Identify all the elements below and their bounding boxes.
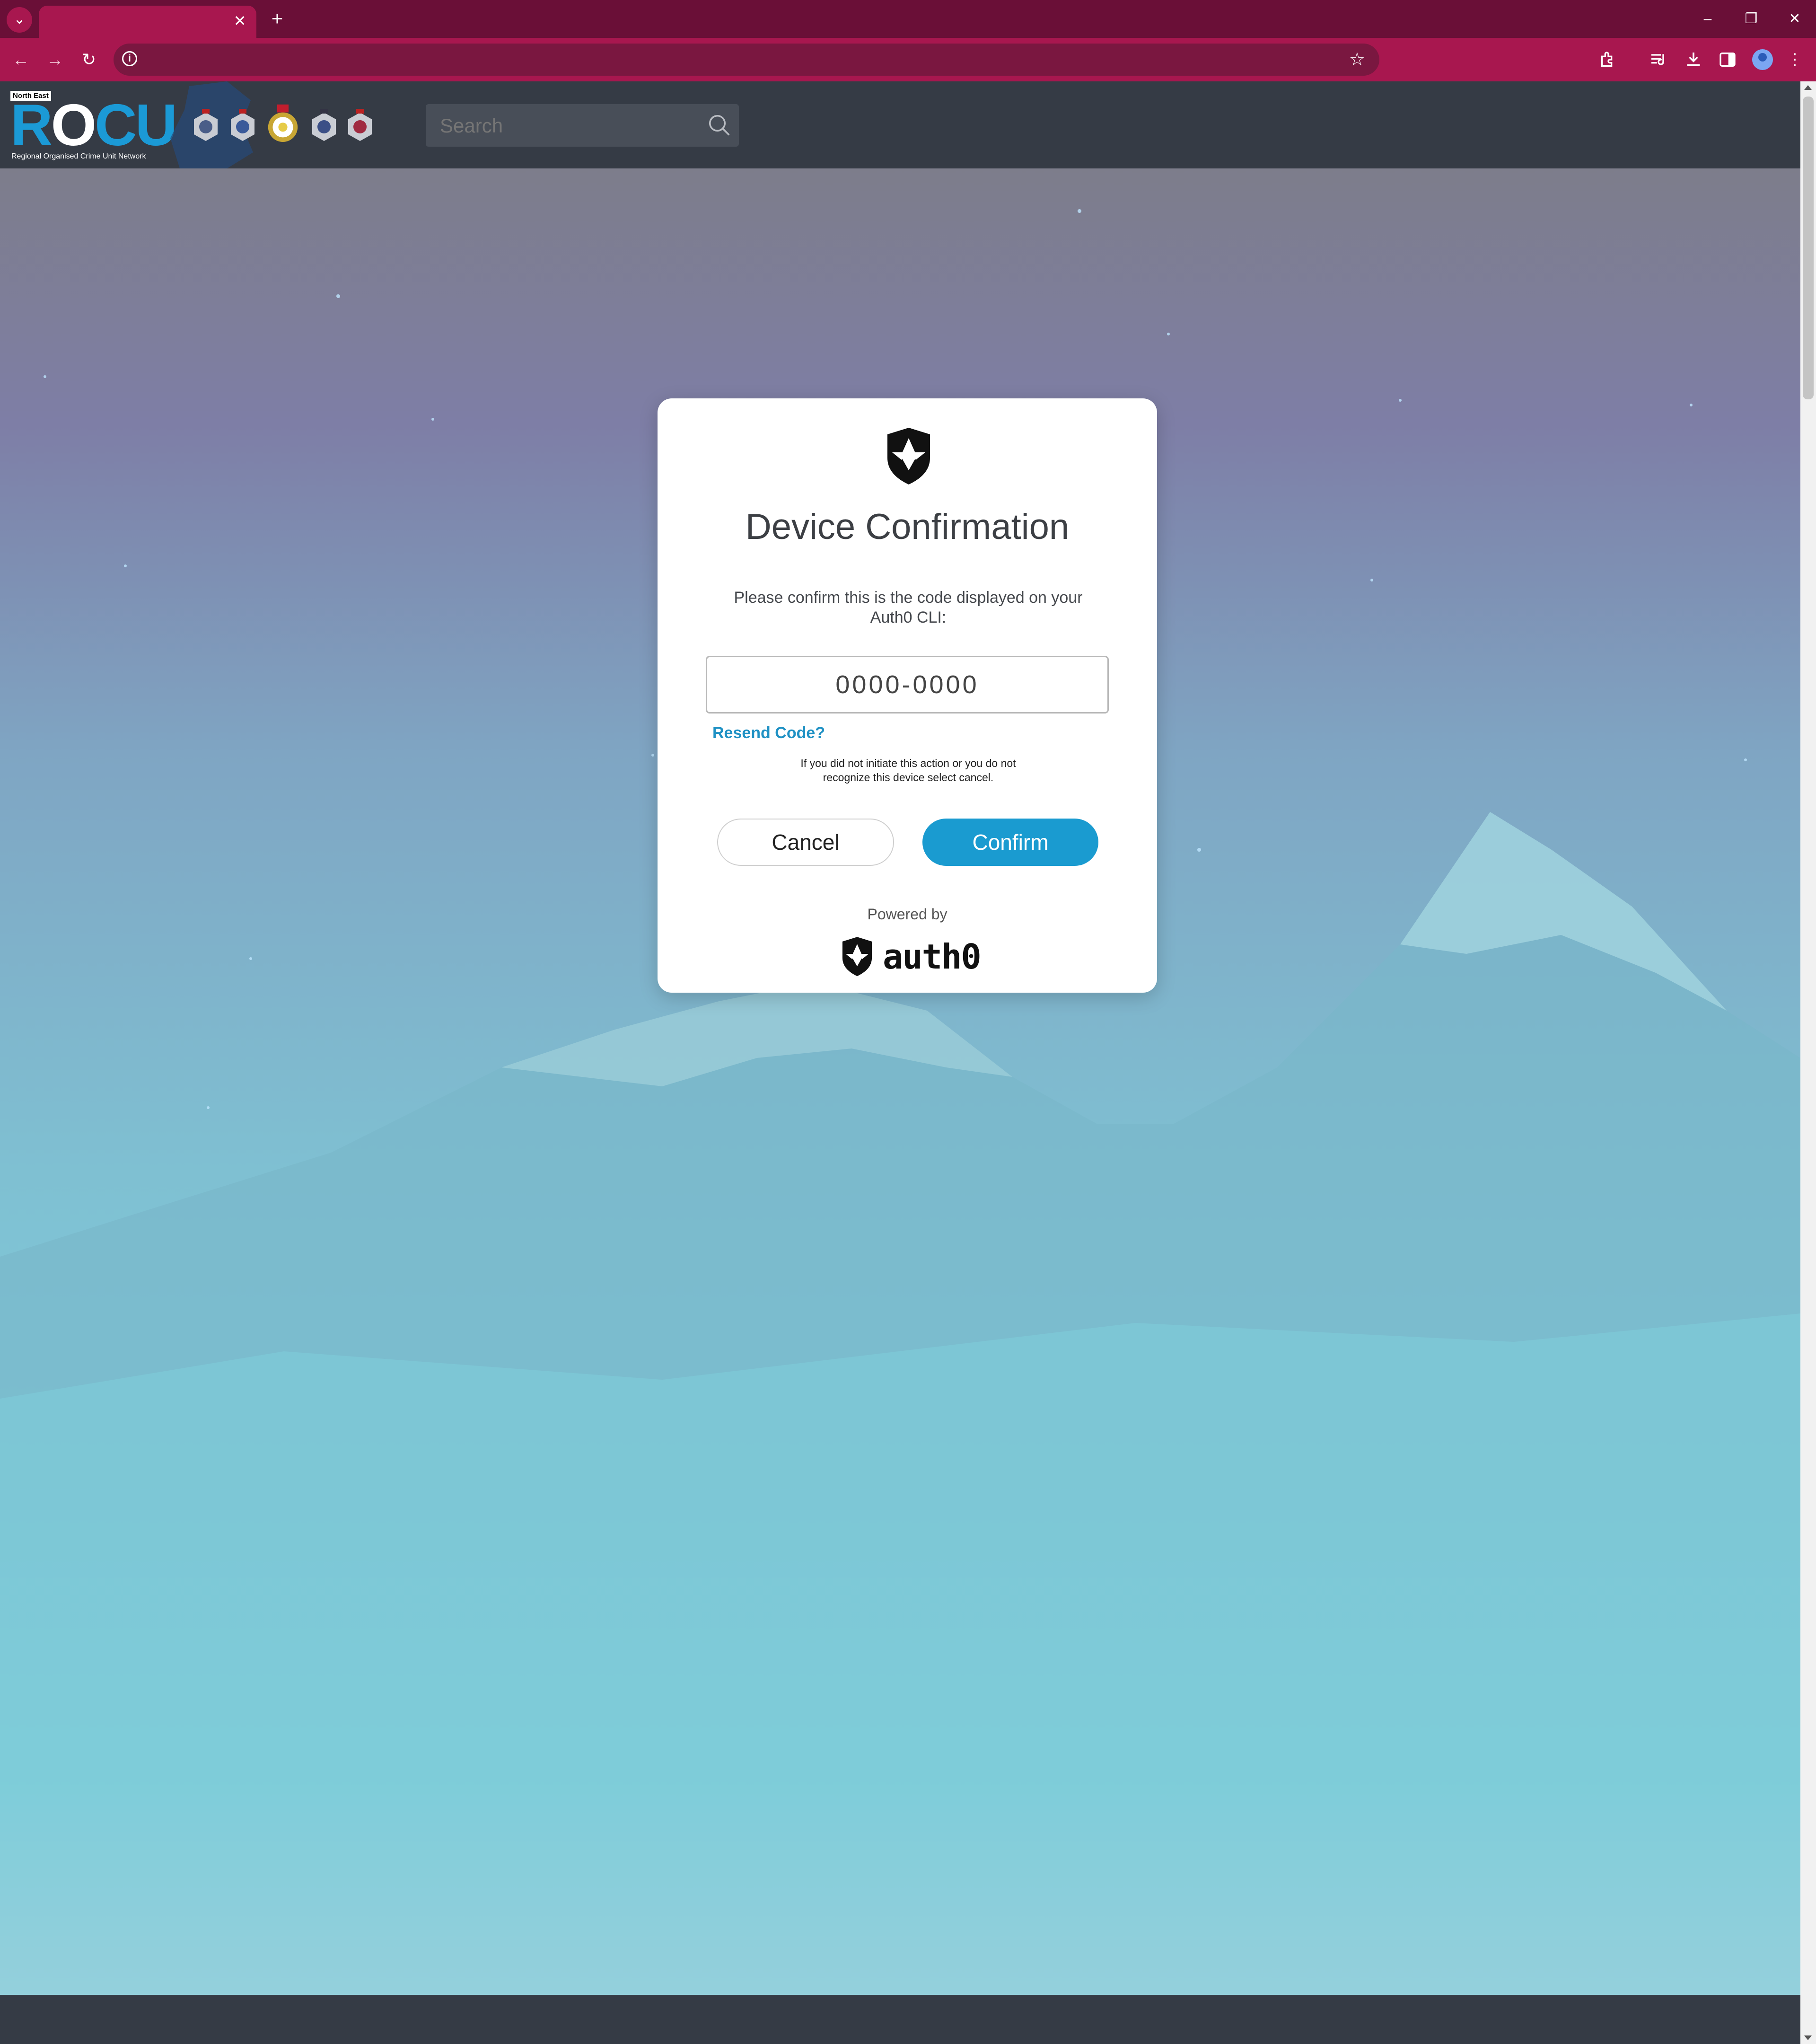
site-header: North East ROCU Regional Organised Crime…: [0, 81, 1800, 168]
new-tab-button[interactable]: +: [266, 8, 289, 30]
police-crest-icon: [348, 109, 372, 141]
search-icon[interactable]: [707, 113, 732, 138]
fire-crest-icon: [268, 104, 298, 142]
auth0-wordmark: auth0: [883, 937, 982, 977]
tab-close-icon[interactable]: ✕: [230, 11, 250, 31]
dialog-description: Please confirm this is the code displaye…: [734, 589, 1083, 626]
device-code-field[interactable]: 0000-0000: [706, 656, 1109, 714]
site-footer: [0, 1995, 1800, 2044]
browser-menu-icon[interactable]: ⋮: [1782, 47, 1807, 72]
reload-button[interactable]: ↻: [77, 47, 101, 72]
page-scrollbar[interactable]: [1800, 81, 1816, 2044]
browser-tab-strip: ⌄ ✕ + – ❐ ✕: [0, 0, 1816, 38]
browser-tab[interactable]: ✕: [39, 6, 256, 38]
side-panel-icon[interactable]: [1715, 47, 1740, 72]
cancel-button[interactable]: Cancel: [717, 819, 894, 866]
scroll-thumb[interactable]: [1803, 97, 1814, 399]
back-button[interactable]: ←: [9, 47, 33, 72]
bookmark-star-icon[interactable]: ☆: [1349, 49, 1365, 70]
dialog-title: Device Confirmation: [745, 507, 1070, 547]
auth0-shield-icon: [887, 428, 930, 485]
police-crest-icon: [312, 109, 336, 141]
scroll-up-arrow-icon[interactable]: [1804, 85, 1812, 90]
auth0-logo[interactable]: auth0: [839, 935, 982, 980]
police-crests: [170, 81, 378, 168]
restore-button[interactable]: ❐: [1737, 7, 1765, 31]
browser-toolbar: ← → ↻ i ☆ ⋮: [0, 38, 1816, 81]
device-confirmation-card: Device Confirmation Please confirm this …: [658, 398, 1157, 993]
security-note: If you did not initiate this action or y…: [800, 757, 1016, 784]
site-info-icon[interactable]: i: [122, 51, 137, 66]
logo-subtitle: Regional Organised Crime Unit Network: [11, 152, 146, 160]
site-search: [426, 104, 739, 148]
resend-code-link[interactable]: Resend Code?: [712, 724, 825, 742]
logo-wordmark: ROCU: [10, 93, 177, 158]
police-crest-icon: [231, 109, 254, 141]
rocu-logo[interactable]: North East ROCU Regional Organised Crime…: [10, 91, 177, 162]
profile-avatar[interactable]: [1752, 49, 1773, 70]
scroll-down-arrow-icon[interactable]: [1804, 2035, 1812, 2040]
forward-button[interactable]: →: [43, 47, 67, 72]
media-control-icon[interactable]: [1646, 47, 1671, 72]
auth0-logo-shield-icon: [842, 937, 872, 977]
powered-by-label: Powered by: [867, 906, 947, 923]
window-close-button[interactable]: ✕: [1781, 7, 1809, 31]
search-input[interactable]: [439, 104, 696, 148]
minimize-button[interactable]: –: [1693, 7, 1722, 31]
extensions-icon[interactable]: [1596, 47, 1621, 72]
confirm-button[interactable]: Confirm: [922, 819, 1098, 866]
chevron-down-icon: ⌄: [13, 11, 26, 27]
address-bar[interactable]: i ☆: [114, 44, 1379, 76]
tab-search-button[interactable]: ⌄: [7, 7, 32, 33]
download-icon[interactable]: [1681, 47, 1706, 72]
police-crest-icon: [194, 109, 218, 141]
